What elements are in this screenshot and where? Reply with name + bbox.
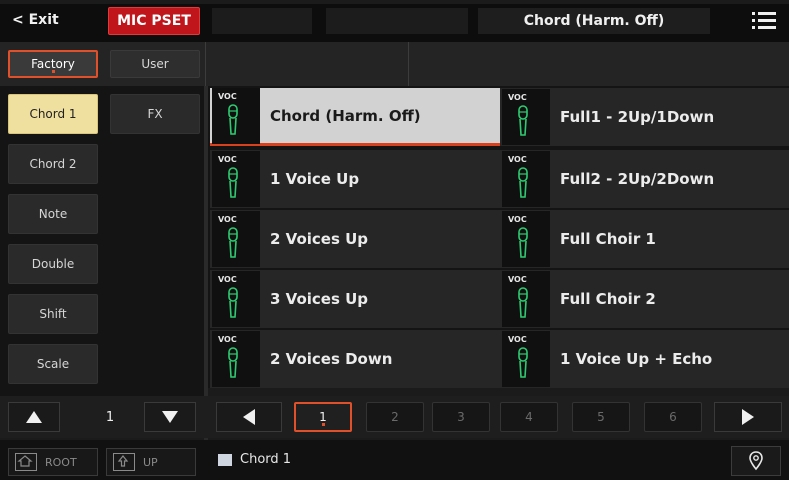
preset-item[interactable]: VOC Full Choir 1 (500, 210, 789, 268)
preset-name: Chord (Harm. Off) (270, 106, 421, 125)
page-button-4[interactable]: 4 (500, 402, 558, 432)
category-fx[interactable]: FX (110, 94, 200, 134)
triangle-left-icon (243, 409, 255, 425)
current-path: Chord 1 (218, 452, 291, 467)
mic-pset-mode-button[interactable]: MIC PSET (108, 7, 200, 35)
triangle-down-icon (162, 411, 178, 423)
triangle-up-icon (26, 411, 42, 423)
preset-tag: VOC (508, 215, 527, 224)
top-empty-field-2 (326, 8, 468, 34)
next-page-button[interactable] (714, 402, 782, 432)
preset-name: Full2 - 2Up/2Down (560, 170, 715, 188)
microphone-icon: VOC (502, 151, 550, 207)
preset-item[interactable]: VOC Full1 - 2Up/1Down (500, 88, 789, 146)
microphone-icon: VOC (212, 151, 260, 207)
bank-divider (408, 42, 409, 86)
microphone-icon: VOC (502, 89, 550, 145)
category-page-number: 1 (105, 409, 115, 425)
location-pin-icon (749, 451, 763, 471)
preset-name: 2 Voices Down (270, 350, 393, 368)
preset-item[interactable]: VOC Full Choir 2 (500, 270, 789, 328)
preset-item[interactable]: VOC Chord (Harm. Off) (210, 87, 500, 146)
preset-name: 3 Voices Up (270, 290, 369, 308)
category-scroll-up-button[interactable] (8, 402, 60, 432)
preset-tag: VOC (508, 93, 527, 102)
microphone-icon: VOC (212, 211, 260, 267)
location-pin-button[interactable] (731, 446, 781, 476)
category-shift[interactable]: Shift (8, 294, 98, 334)
preset-name: Full Choir 1 (560, 230, 656, 248)
preset-item[interactable]: VOC 1 Voice Up (210, 150, 500, 208)
preset-tag: VOC (508, 275, 527, 284)
exit-button[interactable]: < Exit (4, 6, 94, 34)
microphone-icon: VOC (212, 271, 260, 327)
microphone-icon: VOC (502, 271, 550, 327)
page-button-1[interactable]: 1 (294, 402, 352, 432)
preset-item[interactable]: VOC Full2 - 2Up/2Down (500, 150, 789, 208)
microphone-icon: VOC (502, 331, 550, 387)
preset-name: 1 Voice Up (270, 170, 360, 188)
microphone-icon: VOC (212, 87, 260, 144)
bank-tab-user[interactable]: User (110, 50, 200, 78)
home-icon (15, 453, 37, 471)
category-scroll-down-button[interactable] (144, 402, 196, 432)
path-text: Chord 1 (240, 452, 292, 467)
current-preset-title: Chord (Harm. Off) (478, 8, 710, 34)
page-button-6[interactable]: 6 (644, 402, 702, 432)
preset-item[interactable]: VOC 2 Voices Down (210, 330, 500, 388)
preset-item[interactable]: VOC 3 Voices Up (210, 270, 500, 328)
bank-tab-factory[interactable]: Factory (8, 50, 98, 78)
preset-name: 2 Voices Up (270, 230, 369, 248)
microphone-icon: VOC (212, 331, 260, 387)
folder-icon (218, 453, 232, 466)
category-chord-1[interactable]: Chord 1 (8, 94, 98, 134)
preset-item[interactable]: VOC 1 Voice Up + Echo (500, 330, 789, 388)
preset-tag: VOC (218, 91, 237, 101)
microphone-icon: VOC (502, 211, 550, 267)
category-chord-2[interactable]: Chord 2 (8, 144, 98, 184)
page-button-2[interactable]: 2 (366, 402, 424, 432)
folder-up-icon (113, 453, 135, 471)
bank-divider (205, 42, 206, 86)
category-note[interactable]: Note (8, 194, 98, 234)
list-menu-icon[interactable] (752, 12, 776, 30)
preset-tag: VOC (508, 335, 527, 344)
preset-tag: VOC (218, 155, 237, 164)
preset-tag: VOC (218, 215, 237, 224)
preset-name: 1 Voice Up + Echo (560, 350, 713, 368)
preset-name: Full Choir 2 (560, 290, 656, 308)
previous-page-button[interactable] (216, 402, 282, 432)
preset-tag: VOC (218, 275, 237, 284)
page-button-5[interactable]: 5 (572, 402, 630, 432)
root-button[interactable]: ROOT (8, 448, 98, 476)
category-double[interactable]: Double (8, 244, 98, 284)
preset-item[interactable]: VOC 2 Voices Up (210, 210, 500, 268)
top-empty-field-1 (212, 8, 312, 34)
preset-tag: VOC (218, 335, 237, 344)
root-label: ROOT (45, 455, 77, 469)
preset-name: Full1 - 2Up/1Down (560, 108, 715, 126)
up-button[interactable]: UP (106, 448, 196, 476)
category-scale[interactable]: Scale (8, 344, 98, 384)
preset-tag: VOC (508, 155, 527, 164)
up-label: UP (143, 455, 158, 469)
page-button-3[interactable]: 3 (432, 402, 490, 432)
triangle-right-icon (742, 409, 754, 425)
